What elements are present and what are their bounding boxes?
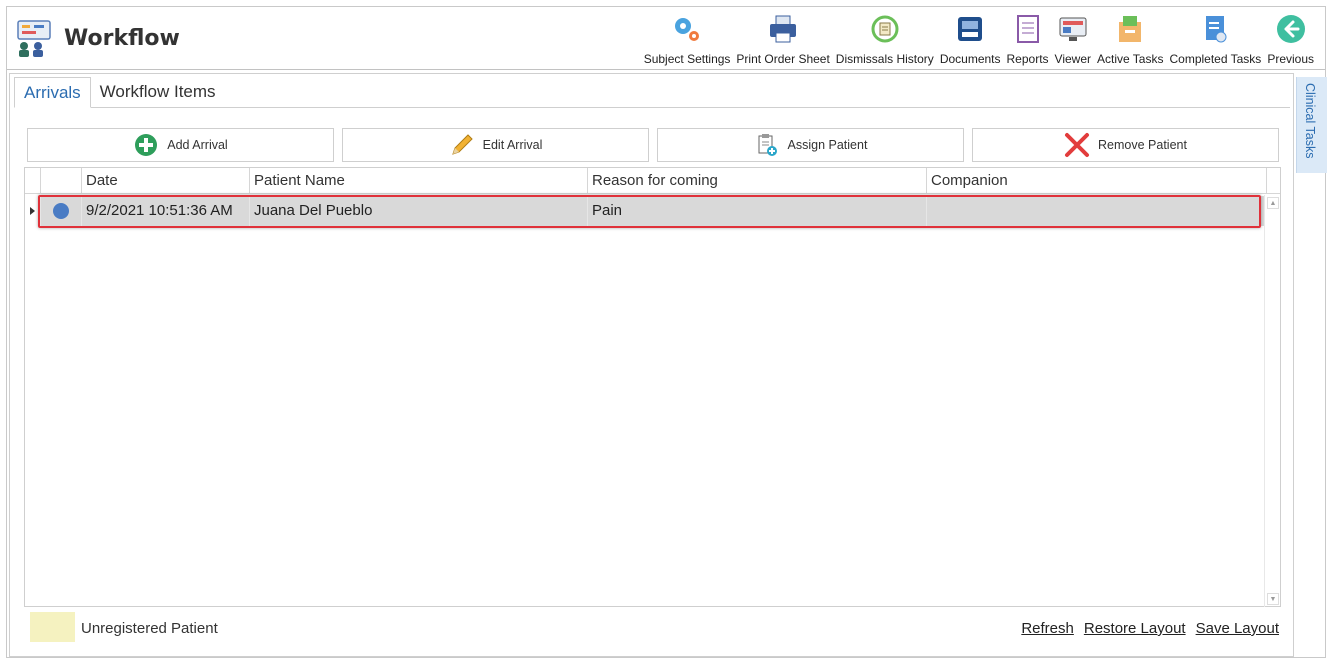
header: Workflow Subject Settings Print Order Sh… [7,7,1325,69]
status-cell [41,196,82,226]
tab-divider [14,107,1290,108]
subject-settings-button[interactable]: Subject Settings [641,9,734,67]
side-panel: Clinical Tasks [1296,77,1327,173]
cell-patient-name: Juana Del Pueblo [250,196,588,226]
scroll-down-icon[interactable]: ▼ [1267,593,1279,605]
reports-button[interactable]: Reports [1004,9,1052,67]
clinical-tasks-tab[interactable]: Clinical Tasks [1303,83,1317,159]
arrow-left-icon [1273,11,1309,47]
toolbar-label: Previous [1267,52,1314,66]
workflow-window: Workflow Subject Settings Print Order Sh… [6,6,1327,658]
toolbar-label: Viewer [1054,52,1092,66]
previous-button[interactable]: Previous [1264,9,1317,67]
viewer-icon [1055,11,1091,47]
add-arrival-button[interactable]: Add Arrival [27,128,334,162]
workflow-app-icon [16,19,54,59]
assign-patient-label: Assign Patient [787,138,868,152]
remove-patient-button[interactable]: Remove Patient [972,128,1279,162]
arrivals-grid: Date Patient Name Reason for coming Comp… [24,167,1281,607]
grid-header: Date Patient Name Reason for coming Comp… [25,168,1280,194]
column-header-reason[interactable]: Reason for coming [588,168,927,194]
toolbar-label: Completed Tasks [1169,52,1262,66]
status-dot-icon [53,203,69,219]
toolbar-label: Documents [939,52,1001,66]
status-column-header [41,168,82,194]
toolbar-label: Active Tasks [1097,52,1164,66]
save-layout-link[interactable]: Save Layout [1196,620,1279,637]
refresh-link[interactable]: Refresh [1021,620,1074,637]
column-header-patient-name[interactable]: Patient Name [250,168,588,194]
toolbar-label: Reports [1006,52,1049,66]
report-icon [1010,11,1046,47]
cell-reason: Pain [588,196,927,226]
clipboard-add-icon [754,132,780,158]
tab-strip: Arrivals Workflow Items [14,77,225,108]
app-title: Workflow [64,26,180,51]
row-selector-arrow-icon [25,196,41,226]
gears-icon [669,11,705,47]
restore-layout-link[interactable]: Restore Layout [1084,620,1186,637]
plus-circle-icon [133,132,159,158]
add-arrival-label: Add Arrival [167,138,228,152]
remove-patient-label: Remove Patient [1098,138,1187,152]
viewer-button[interactable]: Viewer [1052,9,1094,67]
vertical-scrollbar[interactable]: ▲ ▼ [1264,195,1280,607]
edit-arrival-button[interactable]: Edit Arrival [342,128,649,162]
completed-tasks-icon [1197,11,1233,47]
unregistered-legend-swatch [30,612,75,642]
dismissals-history-button[interactable]: Dismissals History [833,9,937,67]
tab-workflow-items[interactable]: Workflow Items [91,77,225,108]
x-icon [1064,132,1090,158]
assign-patient-button[interactable]: Assign Patient [657,128,964,162]
tab-arrivals[interactable]: Arrivals [14,77,91,108]
printer-icon [765,11,801,47]
toolbar-label: Subject Settings [643,52,731,66]
column-header-date[interactable]: Date [82,168,250,194]
row-selector-header [25,168,41,194]
document-tray-icon [952,11,988,47]
footer-links: Refresh Restore Layout Save Layout [1021,620,1279,637]
header-divider [7,69,1325,70]
action-bar: Add Arrival Edit Arrival Assign Patient … [27,128,1279,164]
toolbar-label: Dismissals History [835,52,934,66]
history-icon [867,11,903,47]
arrivals-panel: Arrivals Workflow Items Add Arrival Edit… [9,73,1294,657]
pencil-icon [449,132,475,158]
scroll-up-icon[interactable]: ▲ [1267,197,1279,209]
documents-button[interactable]: Documents [937,9,1004,67]
print-order-sheet-button[interactable]: Print Order Sheet [733,9,832,67]
cell-companion [927,196,1265,226]
toolbar: Subject Settings Print Order Sheet Dismi… [641,9,1317,67]
column-header-companion[interactable]: Companion [927,168,1267,194]
completed-tasks-button[interactable]: Completed Tasks [1166,9,1264,67]
active-tasks-icon [1112,11,1148,47]
toolbar-label: Print Order Sheet [736,52,830,66]
edit-arrival-label: Edit Arrival [482,138,543,152]
legend-label: Unregistered Patient [81,620,218,637]
table-row[interactable]: 9/2/2021 10:51:36 AM Juana Del Pueblo Pa… [25,196,1265,226]
cell-date: 9/2/2021 10:51:36 AM [82,196,250,226]
active-tasks-button[interactable]: Active Tasks [1094,9,1166,67]
